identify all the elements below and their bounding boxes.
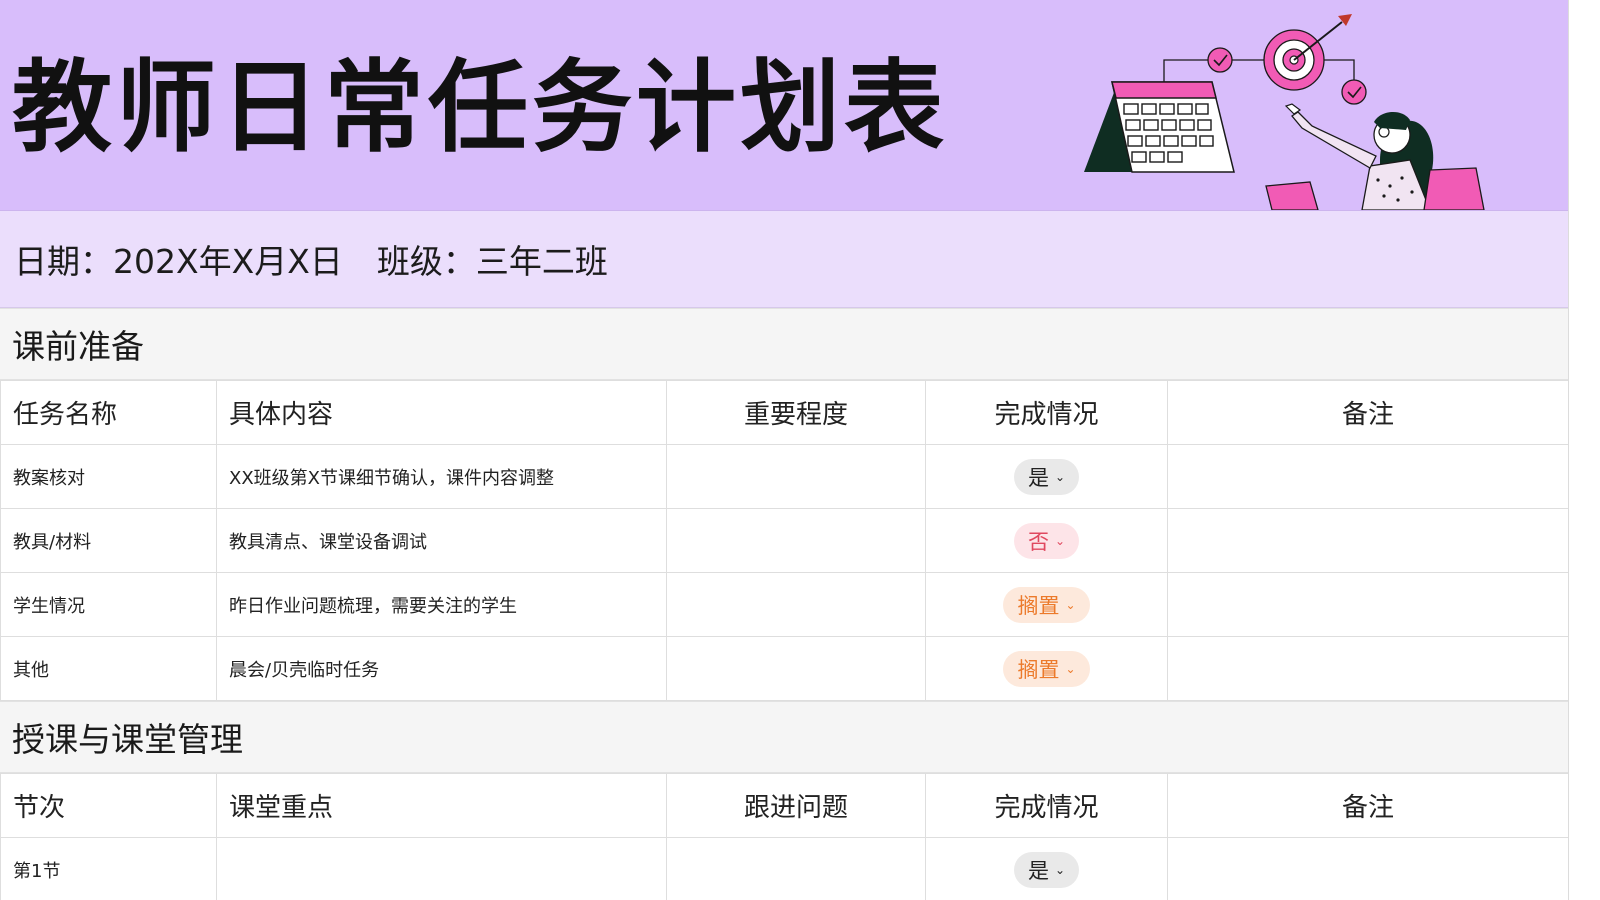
status-label: 否 <box>1027 529 1049 554</box>
table-row: 教案核对 XX班级第X节课细节确认，课件内容调整 是 ⌄ <box>0 444 1568 509</box>
note-cell[interactable] <box>1167 837 1568 900</box>
column-header: 完成情况 <box>925 380 1168 445</box>
date-label: 日期： <box>14 242 113 281</box>
task-content-cell[interactable]: 教具清点、课堂设备调试 <box>216 508 667 573</box>
importance-cell[interactable] <box>666 508 926 573</box>
followup-cell[interactable] <box>666 837 926 900</box>
pre-class-table: 任务名称 具体内容 重要程度 完成情况 备注 教案核对 XX班级第X节课细节确认… <box>0 380 1568 701</box>
task-name-cell[interactable]: 教具/材料 <box>0 508 217 573</box>
chevron-down-icon: ⌄ <box>1065 661 1076 676</box>
column-header: 任务名称 <box>0 380 217 445</box>
teacher-calendar-target-illustration <box>1084 14 1485 210</box>
task-name-cell[interactable]: 其他 <box>0 636 217 701</box>
section-title-teaching: 授课与课堂管理 <box>0 701 1568 773</box>
status-label: 是 <box>1027 858 1049 883</box>
note-cell[interactable] <box>1167 508 1568 573</box>
task-content-cell[interactable]: 昨日作业问题梳理，需要关注的学生 <box>216 572 667 637</box>
status-dropdown[interactable]: 是 ⌄ <box>1013 851 1080 888</box>
column-header: 具体内容 <box>216 380 667 445</box>
importance-cell[interactable] <box>666 572 926 637</box>
task-name-cell[interactable]: 学生情况 <box>0 572 217 637</box>
column-header: 节次 <box>0 773 217 838</box>
table-row: 第1节 是 ⌄ <box>0 837 1568 900</box>
chevron-down-icon: ⌄ <box>1065 597 1076 612</box>
chevron-down-icon: ⌄ <box>1054 469 1066 484</box>
task-name-cell[interactable]: 教案核对 <box>0 444 217 509</box>
page: 教师日常任务计划表 日期： 202X年X月X日 班级： 三年二班 课前准备 任务… <box>0 0 1569 900</box>
importance-cell[interactable] <box>666 636 926 701</box>
status-dropdown[interactable]: 搁置 ⌄ <box>1003 650 1090 687</box>
column-header: 课堂重点 <box>216 773 667 838</box>
table-header-row: 任务名称 具体内容 重要程度 完成情况 备注 <box>0 380 1568 445</box>
section-title-pre-class: 课前准备 <box>0 308 1568 380</box>
status-label: 是 <box>1027 465 1049 490</box>
column-header: 重要程度 <box>666 380 926 445</box>
column-header: 完成情况 <box>925 773 1168 838</box>
status-cell: 否 ⌄ <box>925 508 1168 573</box>
status-cell: 是 ⌄ <box>925 837 1168 900</box>
status-cell: 是 ⌄ <box>925 444 1168 509</box>
chevron-down-icon: ⌄ <box>1054 533 1066 548</box>
date-value: 202X年X月X日 <box>113 242 343 281</box>
page-header: 教师日常任务计划表 <box>0 0 1568 211</box>
column-header: 跟进问题 <box>666 773 926 838</box>
table-row: 其他 晨会/贝壳临时任务 搁置 ⌄ <box>0 636 1568 701</box>
status-cell: 搁置 ⌄ <box>925 636 1168 701</box>
task-content-cell[interactable]: 晨会/贝壳临时任务 <box>216 636 667 701</box>
period-cell[interactable]: 第1节 <box>0 837 217 900</box>
task-content-cell[interactable]: XX班级第X节课细节确认，课件内容调整 <box>216 444 667 509</box>
class-label: 班级： <box>376 242 476 281</box>
column-header: 备注 <box>1167 773 1568 838</box>
chevron-down-icon: ⌄ <box>1054 862 1066 877</box>
table-row: 教具/材料 教具清点、课堂设备调试 否 ⌄ <box>0 508 1568 573</box>
table-header-row: 节次 课堂重点 跟进问题 完成情况 备注 <box>0 773 1568 838</box>
info-bar: 日期： 202X年X月X日 班级： 三年二班 <box>0 211 1568 308</box>
status-dropdown[interactable]: 否 ⌄ <box>1013 522 1080 559</box>
status-label: 搁置 <box>1017 657 1060 682</box>
status-dropdown[interactable]: 是 ⌄ <box>1013 458 1080 495</box>
key-point-cell[interactable] <box>216 837 667 900</box>
note-cell[interactable] <box>1167 636 1568 701</box>
teaching-table: 节次 课堂重点 跟进问题 完成情况 备注 第1节 是 ⌄ <box>0 773 1568 900</box>
class-value: 三年二班 <box>475 242 608 281</box>
importance-cell[interactable] <box>666 444 926 509</box>
note-cell[interactable] <box>1167 572 1568 637</box>
column-header: 备注 <box>1167 380 1568 445</box>
table-row: 学生情况 昨日作业问题梳理，需要关注的学生 搁置 ⌄ <box>0 572 1568 637</box>
status-label: 搁置 <box>1017 593 1060 618</box>
status-dropdown[interactable]: 搁置 ⌄ <box>1003 586 1090 623</box>
page-title: 教师日常任务计划表 <box>12 49 948 166</box>
status-cell: 搁置 ⌄ <box>925 572 1168 637</box>
note-cell[interactable] <box>1167 444 1568 509</box>
